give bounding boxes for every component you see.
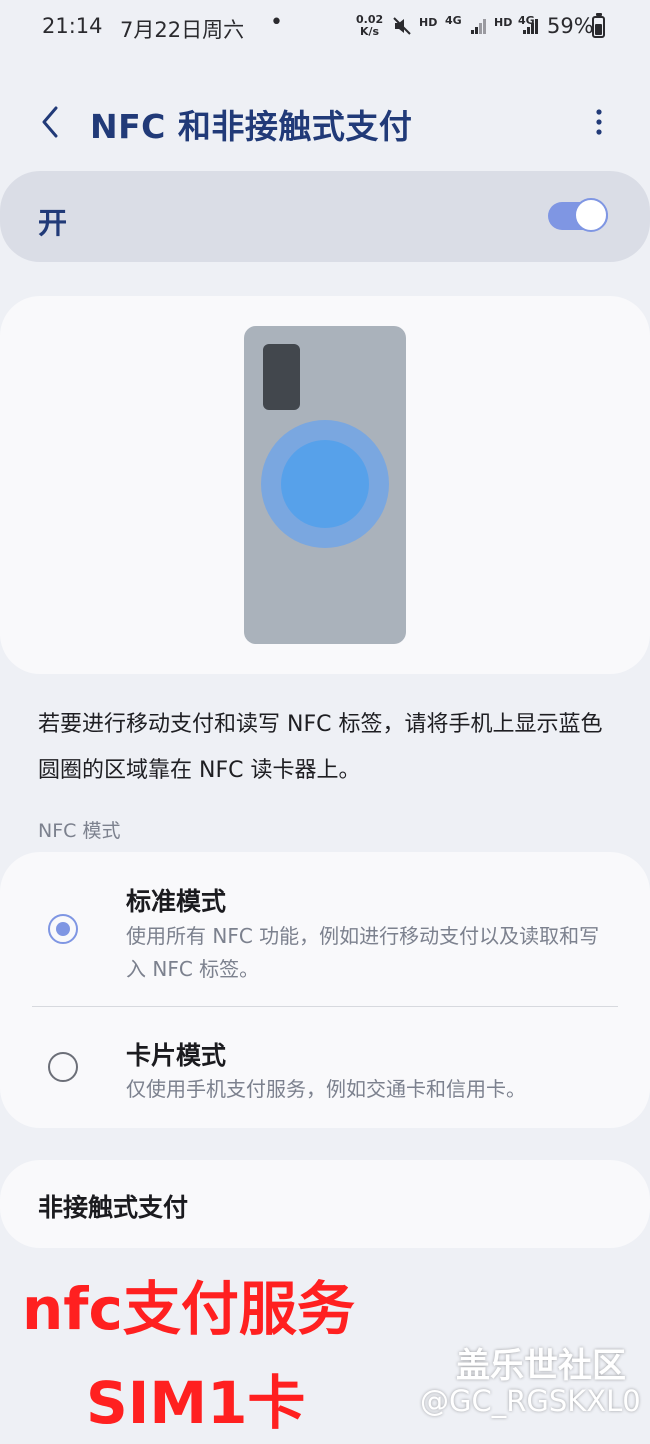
back-arrow-icon[interactable]	[36, 104, 66, 140]
card-mode-title: 卡片模式	[126, 1041, 227, 1070]
nfc-description: 若要进行移动支付和读写 NFC 标签，请将手机上显示蓝色圆圈的区域靠在 NFC …	[38, 712, 603, 783]
battery-fill	[595, 24, 602, 35]
notification-dot: •	[270, 10, 283, 35]
nfc-mode-section-title: NFC 模式	[38, 820, 121, 842]
annotation-text-line1: nfc支付服务	[22, 1275, 355, 1343]
signal-icon	[471, 19, 486, 34]
network-speed-unit: K/s	[360, 25, 380, 38]
standard-mode-title: 标准模式	[126, 887, 227, 916]
nfc-switch-label: 开	[38, 206, 68, 240]
mute-icon	[393, 17, 411, 35]
card-mode-subtitle: 仅使用手机支付服务，例如交通卡和信用卡。	[126, 1077, 526, 1101]
signal-icon	[523, 19, 538, 34]
standard-mode-radio[interactable]	[48, 914, 78, 944]
network-speed: 0.02 K/s	[356, 14, 383, 38]
battery-icon	[592, 16, 605, 38]
standard-mode-subtitle: 使用所有 NFC 功能，例如进行移动支付以及读取和写入 NFC 标签。	[126, 924, 600, 981]
nfc-toggle[interactable]	[548, 198, 608, 234]
toggle-knob	[574, 198, 608, 232]
status-time: 21:14	[42, 14, 103, 38]
page-title: NFC 和非接触式支付	[90, 107, 413, 146]
camera-module-illustration	[263, 344, 300, 410]
card-mode-radio[interactable]	[48, 1052, 78, 1082]
annotation-text-line2: SIM1卡	[86, 1369, 306, 1437]
nfc-area-dot	[281, 440, 369, 528]
battery-percent: 59%	[547, 14, 594, 38]
divider	[32, 1006, 618, 1007]
status-date: 7月22日周六	[120, 18, 245, 42]
hd-icon: HD	[494, 16, 513, 29]
4g-icon: 4G	[445, 14, 462, 27]
watermark-user: @GC_RGSKXL0	[420, 1384, 641, 1418]
status-bar: 21:14 7月22日周六 • 0.02 K/s HD 4G HD 4G 59%	[0, 0, 650, 58]
watermark-community: 盖乐世社区	[456, 1346, 626, 1386]
more-options-icon[interactable]	[584, 104, 614, 140]
contactless-payment-label: 非接触式支付	[38, 1193, 189, 1222]
hd-icon: HD	[419, 16, 438, 29]
